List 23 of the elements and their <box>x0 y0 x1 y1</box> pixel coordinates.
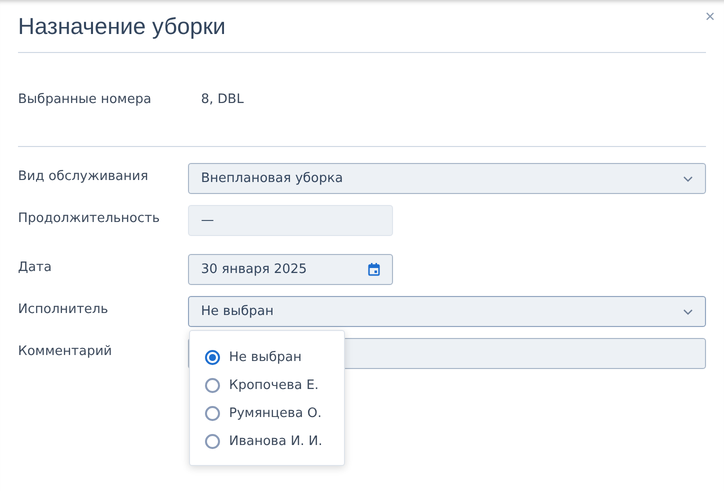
chevron-icon <box>683 308 693 314</box>
calendar-icon <box>368 263 380 276</box>
field-label: Исполнитель <box>18 301 110 317</box>
select-field[interactable]: Не выбран <box>188 296 706 327</box>
option-label[interactable]: Кропочева Е. <box>229 378 319 393</box>
duration-field: — <box>188 205 393 236</box>
option-label[interactable]: Румянцева О. <box>229 406 322 421</box>
chevron-icon <box>683 176 693 182</box>
radio-button[interactable] <box>205 406 220 421</box>
radio-button[interactable] <box>205 350 220 365</box>
option-label[interactable]: Иванова И. И. <box>229 434 322 449</box>
field-label: Продолжительность <box>18 210 161 226</box>
field-label: Комментарий <box>18 343 113 359</box>
option-label[interactable]: Не выбран <box>229 350 302 365</box>
radio-button[interactable] <box>205 378 220 393</box>
field-label: Дата <box>18 259 53 275</box>
date-field[interactable]: 30 января 2025 <box>188 254 393 285</box>
select-field[interactable]: Внеплановая уборка <box>188 163 706 194</box>
field-value: 8, DBL <box>200 92 244 107</box>
dialog-title: Назначение уборки <box>18 12 226 40</box>
field-label: Выбранные номера <box>18 92 152 107</box>
radio-button[interactable] <box>205 434 220 449</box>
field-label: Вид обслуживания <box>18 168 150 184</box>
